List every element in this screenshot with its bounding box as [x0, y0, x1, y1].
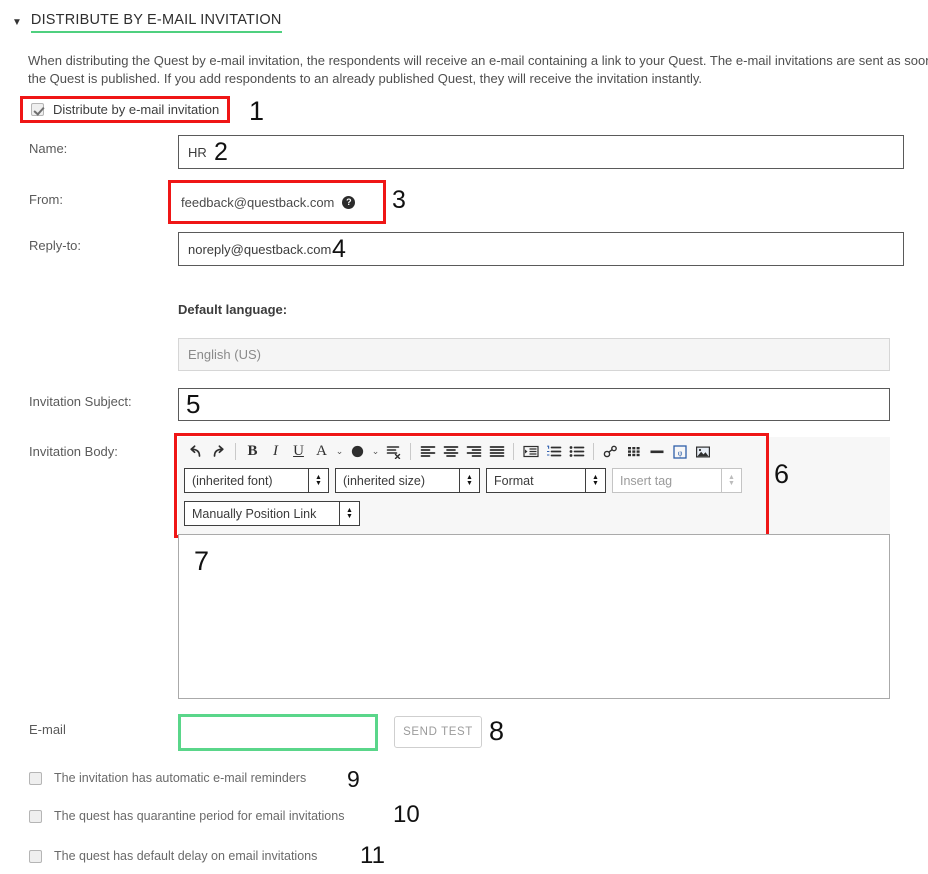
- option-row-reminders: The invitation has automatic e-mail remi…: [29, 771, 306, 785]
- format-select[interactable]: Format ▲ ▼: [486, 468, 606, 493]
- annotation-10: 10: [393, 801, 420, 828]
- position-link-value: Manually Position Link: [192, 506, 317, 521]
- font-size-select[interactable]: (inherited size) ▲ ▼: [335, 468, 480, 493]
- underline-icon[interactable]: U: [287, 441, 310, 462]
- default-language-label: Default language:: [178, 302, 288, 317]
- highlight-color-chevron-down-icon[interactable]: ⌄: [369, 446, 382, 457]
- name-input[interactable]: HR: [178, 135, 904, 169]
- default-delay-checkbox[interactable]: [29, 849, 42, 863]
- test-email-input[interactable]: [178, 714, 378, 751]
- annotation-9: 9: [347, 766, 360, 792]
- option-row-delay: The quest has default delay on email inv…: [29, 849, 317, 863]
- svg-text:φ: φ: [677, 448, 682, 457]
- option-row-quarantine: The quest has quarantine period for emai…: [29, 809, 344, 823]
- page-title: DISTRIBUTE BY E-MAIL INVITATION: [30, 12, 282, 33]
- collapse-caret-icon[interactable]: ▼: [12, 17, 22, 28]
- font-family-spinner-icon[interactable]: ▲ ▼: [308, 469, 328, 492]
- distribute-by-email-label: Distribute by e-mail invitation: [53, 102, 220, 117]
- editor-toolbar-selects-row2: Manually Position Link ▲ ▼: [184, 501, 360, 526]
- bold-icon[interactable]: B: [241, 441, 264, 462]
- send-test-button[interactable]: SEND TEST: [394, 716, 482, 748]
- annotation-11: 11: [360, 842, 385, 869]
- table-icon[interactable]: [622, 441, 645, 462]
- default-language-select[interactable]: English (US): [178, 338, 890, 371]
- test-email-label: E-mail: [29, 722, 66, 737]
- link-icon[interactable]: [599, 441, 622, 462]
- toolbar-divider: [235, 443, 236, 460]
- distribute-by-email-checkbox[interactable]: [31, 103, 44, 116]
- from-label: From:: [29, 192, 63, 207]
- invitation-body-textarea[interactable]: [178, 534, 890, 699]
- insert-tag-select[interactable]: Insert tag ▲ ▼: [612, 468, 742, 493]
- align-right-icon[interactable]: [462, 441, 485, 462]
- toolbar-divider: [410, 443, 411, 460]
- automatic-reminders-checkbox[interactable]: [29, 771, 42, 785]
- remove-format-icon[interactable]: [382, 441, 405, 462]
- image-icon[interactable]: [691, 441, 714, 462]
- quarantine-period-label: The quest has quarantine period for emai…: [54, 809, 345, 823]
- annotation-3: 3: [392, 186, 406, 214]
- ordered-list-icon[interactable]: [542, 441, 565, 462]
- highlight-color-icon[interactable]: [346, 441, 369, 462]
- editor-toolbar-icons: B I U A ⌄ ⌄ φ: [184, 441, 714, 462]
- section-header[interactable]: ▼ DISTRIBUTE BY E-MAIL INVITATION: [0, 0, 928, 33]
- reply-to-input[interactable]: noreply@questback.com: [178, 232, 904, 266]
- position-link-select[interactable]: Manually Position Link ▲ ▼: [184, 501, 360, 526]
- indent-icon[interactable]: [519, 441, 542, 462]
- name-label: Name:: [29, 141, 68, 156]
- invitation-subject-input[interactable]: [178, 388, 890, 421]
- annotation-1: 1: [249, 96, 265, 126]
- section-description: When distributing the Quest by e-mail in…: [28, 53, 928, 86]
- default-language-value: English (US): [188, 347, 261, 362]
- annotation-8: 8: [489, 716, 505, 746]
- automatic-reminders-label: The invitation has automatic e-mail remi…: [54, 771, 307, 785]
- horizontal-rule-icon[interactable]: [645, 441, 668, 462]
- annotation-7: 7: [194, 546, 210, 576]
- font-color-icon[interactable]: A: [310, 441, 333, 462]
- enable-distribution-row: Distribute by e-mail invitation: [20, 96, 231, 123]
- align-center-icon[interactable]: [439, 441, 462, 462]
- reply-to-input-value: noreply@questback.com: [188, 241, 332, 257]
- insert-tag-spinner-icon[interactable]: ▲ ▼: [721, 469, 741, 492]
- invitation-subject-label: Invitation Subject:: [29, 394, 132, 409]
- font-family-select[interactable]: (inherited font) ▲ ▼: [184, 468, 329, 493]
- help-icon[interactable]: ?: [342, 195, 356, 209]
- toolbar-divider: [513, 443, 514, 460]
- highlight-box-1: Distribute by e-mail invitation: [20, 96, 231, 123]
- quarantine-period-checkbox[interactable]: [29, 809, 42, 823]
- align-left-icon[interactable]: [416, 441, 439, 462]
- from-input-value: feedback@questback.com: [181, 194, 335, 210]
- italic-icon[interactable]: I: [264, 441, 287, 462]
- format-value: Format: [494, 473, 534, 488]
- source-code-icon[interactable]: φ: [668, 441, 691, 462]
- invitation-body-label: Invitation Body:: [29, 444, 118, 459]
- annotation-2: 2: [214, 138, 228, 166]
- toolbar-divider: [593, 443, 594, 460]
- font-size-value: (inherited size): [343, 473, 425, 488]
- unordered-list-icon[interactable]: [565, 441, 588, 462]
- redo-icon[interactable]: [207, 441, 230, 462]
- align-justify-icon[interactable]: [485, 441, 508, 462]
- annotation-5: 5: [186, 389, 201, 419]
- annotation-4: 4: [332, 235, 346, 263]
- font-color-chevron-down-icon[interactable]: ⌄: [333, 446, 346, 457]
- default-delay-label: The quest has default delay on email inv…: [54, 849, 318, 863]
- reply-to-label: Reply-to:: [29, 238, 82, 253]
- font-size-spinner-icon[interactable]: ▲ ▼: [459, 469, 479, 492]
- insert-tag-value: Insert tag: [620, 473, 673, 488]
- name-input-value: HR: [188, 144, 207, 160]
- position-link-spinner-icon[interactable]: ▲ ▼: [339, 502, 359, 525]
- from-input[interactable]: feedback@questback.com ?: [168, 180, 386, 224]
- font-family-value: (inherited font): [192, 473, 273, 488]
- format-spinner-icon[interactable]: ▲ ▼: [585, 469, 605, 492]
- editor-toolbar-selects-row1: (inherited font) ▲ ▼ (inherited size) ▲ ▼ …: [184, 468, 742, 493]
- undo-icon[interactable]: [184, 441, 207, 462]
- annotation-6: 6: [774, 459, 790, 489]
